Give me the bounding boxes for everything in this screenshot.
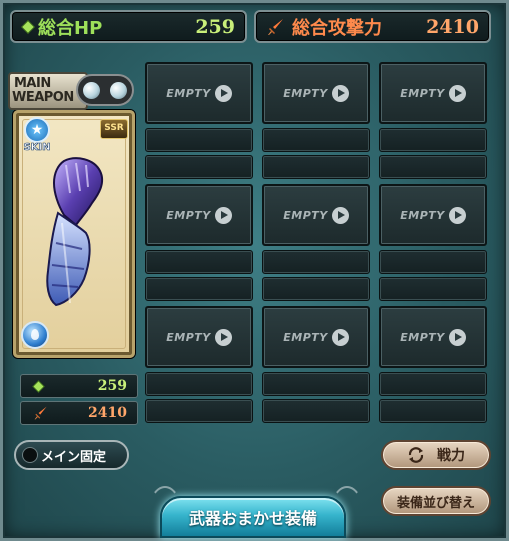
empty-label: EMPTY: [283, 86, 328, 100]
weapon-slot-attack-row: [145, 155, 253, 179]
main-weapon-hp: 259: [20, 374, 138, 398]
weapon-slot-empty[interactable]: EMPTY: [262, 184, 370, 246]
weapon-slot-attack-row: [379, 155, 487, 179]
toggle-indicator: [22, 447, 38, 463]
weapon-slot-empty[interactable]: EMPTY: [145, 62, 253, 124]
weapon-slot-attack-row: [379, 277, 487, 301]
play-arrow-icon: [331, 84, 349, 102]
empty-label: EMPTY: [166, 330, 211, 344]
rarity-badge: SSR: [100, 119, 128, 139]
skin-label: SKIN: [23, 142, 51, 154]
total-attack-value: 2410: [426, 15, 479, 38]
weapon-slot-attack-row: [262, 277, 370, 301]
empty-label: EMPTY: [400, 330, 445, 344]
empty-label: EMPTY: [166, 208, 211, 222]
water-element-icon: [21, 321, 49, 349]
empty-label: EMPTY: [283, 208, 328, 222]
main-weapon-card[interactable]: ★ SKIN SSR: [13, 110, 135, 358]
weapon-slot-attack-row: [145, 399, 253, 423]
weapon-slot-hp-row: [379, 128, 487, 152]
weapon-slot-empty[interactable]: EMPTY: [262, 62, 370, 124]
weapon-slot-hp-row: [262, 372, 370, 396]
main-weapon-attack-value: 2410: [88, 405, 127, 421]
skin-icon[interactable]: ★ SKIN: [21, 117, 53, 159]
play-arrow-icon: [448, 328, 466, 346]
gauntlet-weapon-icon: [46, 157, 104, 307]
main-weapon-attack: 2410: [20, 401, 138, 425]
main-weapon-hp-value: 259: [97, 378, 127, 394]
weapon-slot-hp-row: [262, 128, 370, 152]
weapon-slot-attack-row: [262, 399, 370, 423]
hp-diamond-icon: [22, 20, 34, 33]
weapon-slot-empty[interactable]: EMPTY: [379, 62, 487, 124]
sword-icon: [33, 405, 49, 421]
star-icon: ★: [24, 117, 50, 143]
main-weapon-badge-line2: WEAPON: [12, 90, 74, 105]
total-attack-bar: 総合攻撃力 2410: [254, 10, 491, 43]
hp-diamond-icon: [33, 381, 44, 391]
lock-main-toggle[interactable]: メイン固定: [14, 440, 129, 470]
uncap-gem-icon: [83, 81, 100, 99]
uncap-gem-icon: [110, 81, 127, 99]
play-arrow-icon: [331, 206, 349, 224]
lock-main-label: メイン固定: [41, 449, 107, 465]
weapon-slot-empty[interactable]: EMPTY: [262, 306, 370, 368]
weapon-slot-hp-row: [379, 372, 487, 396]
play-arrow-icon: [448, 84, 466, 102]
total-hp-label: 総合HP: [38, 17, 103, 39]
weapon-slot-attack-row: [379, 399, 487, 423]
weapon-slot-hp-row: [145, 372, 253, 396]
empty-label: EMPTY: [400, 208, 445, 222]
empty-label: EMPTY: [166, 86, 211, 100]
weapon-slot-empty[interactable]: EMPTY: [145, 306, 253, 368]
total-attack-label: 総合攻撃力: [292, 17, 382, 39]
auto-equip-label: 武器おまかせ装備: [188, 509, 317, 528]
uncap-gems: [76, 74, 134, 106]
weapon-slot-hp-row: [145, 250, 253, 274]
weapon-slot-hp-row: [262, 250, 370, 274]
sort-equipment-label: 装備並び替え: [396, 495, 475, 511]
play-arrow-icon: [331, 328, 349, 346]
total-hp-value: 259: [195, 15, 235, 38]
weapon-slot-hp-row: [379, 250, 487, 274]
sort-equipment-button[interactable]: 装備並び替え: [381, 486, 491, 516]
weapon-slot-hp-row: [145, 128, 253, 152]
total-hp-bar: 総合HP 259: [10, 10, 247, 43]
weapon-slot-empty[interactable]: EMPTY: [379, 184, 487, 246]
empty-label: EMPTY: [400, 86, 445, 100]
play-arrow-icon: [214, 206, 232, 224]
play-arrow-icon: [214, 328, 232, 346]
auto-equip-button[interactable]: 武器おまかせ装備: [160, 496, 346, 538]
refresh-icon: [407, 446, 425, 464]
weapon-slot-attack-row: [145, 277, 253, 301]
play-arrow-icon: [448, 206, 466, 224]
power-label: 戦力: [437, 448, 465, 464]
play-arrow-icon: [214, 84, 232, 102]
weapon-slot-empty[interactable]: EMPTY: [145, 184, 253, 246]
weapon-slot-empty[interactable]: EMPTY: [379, 306, 487, 368]
empty-label: EMPTY: [283, 330, 328, 344]
weapon-slot-attack-row: [262, 155, 370, 179]
power-button[interactable]: 戦力: [381, 440, 491, 470]
sword-icon: [266, 17, 286, 37]
